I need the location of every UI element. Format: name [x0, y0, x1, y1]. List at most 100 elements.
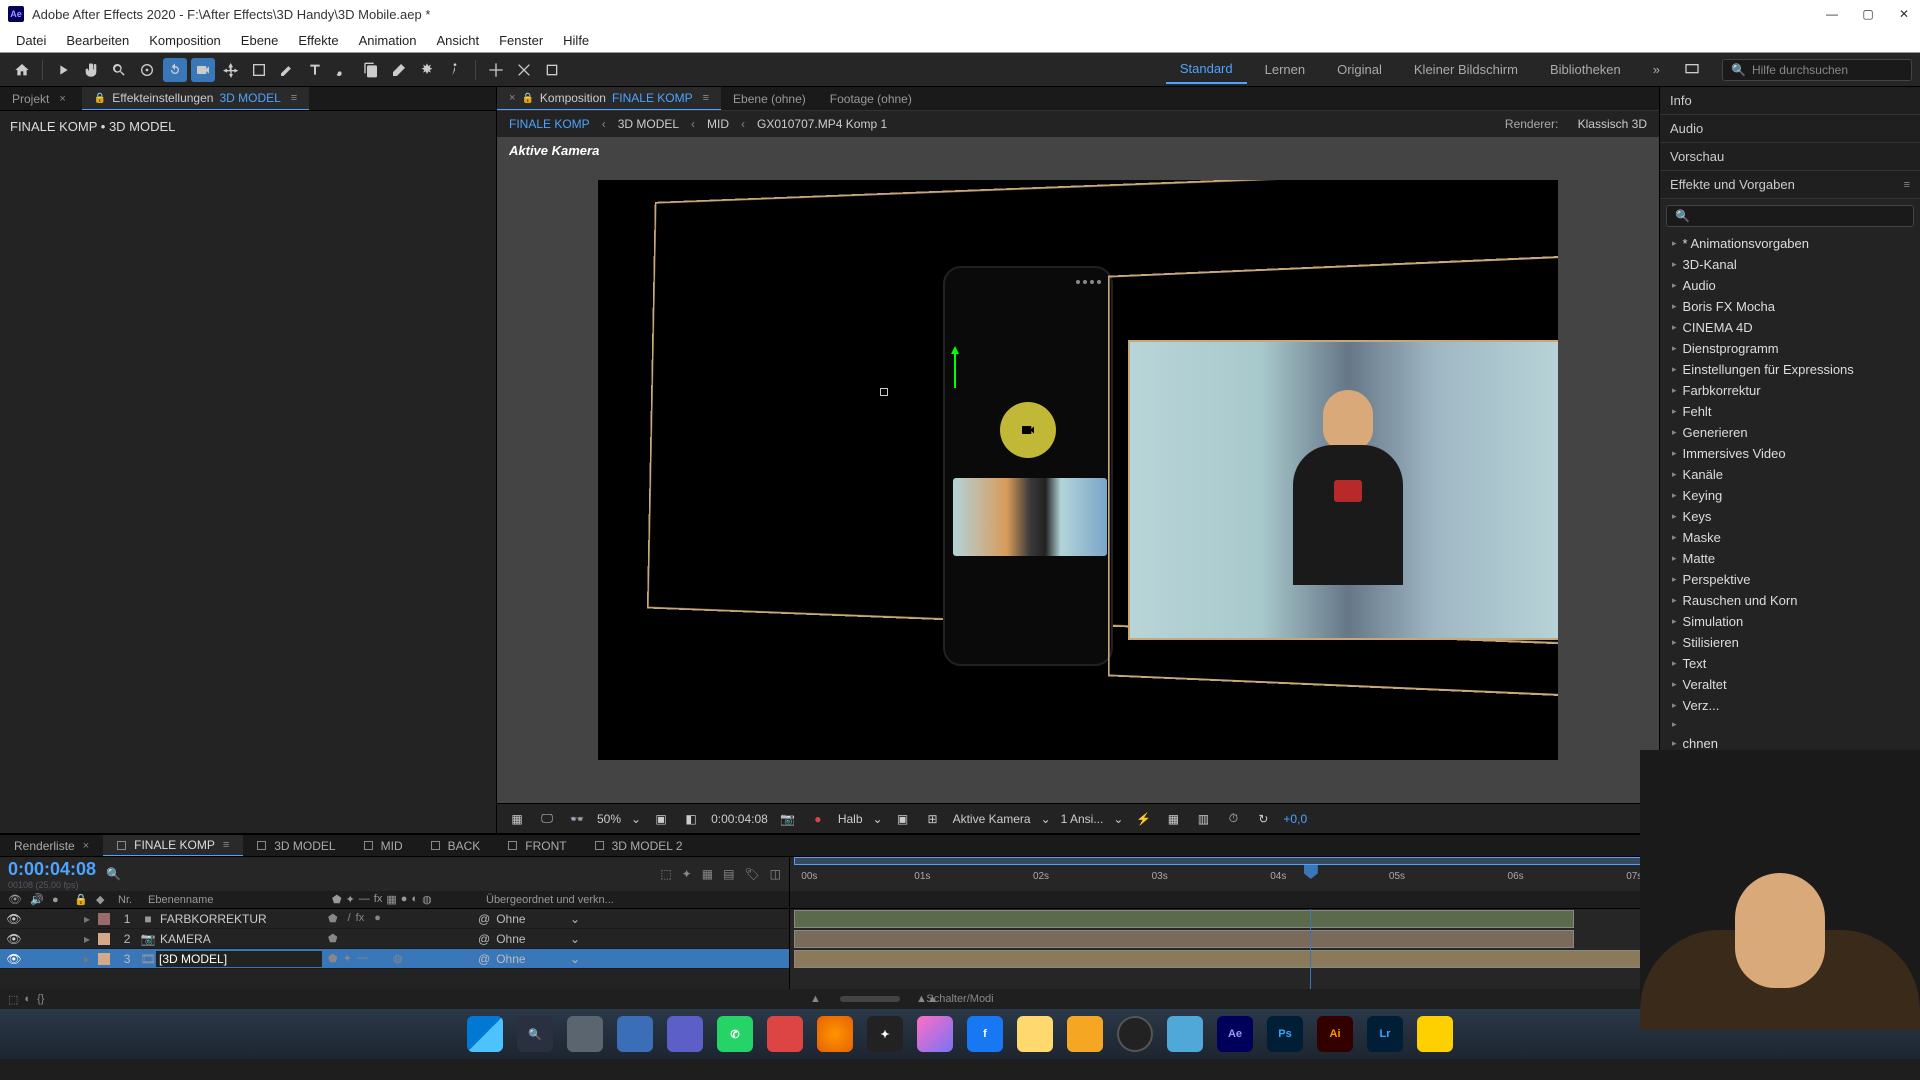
- pixel-aspect-icon[interactable]: ▥: [1193, 811, 1213, 827]
- panel-audio[interactable]: Audio: [1660, 115, 1920, 143]
- timeline-current-time[interactable]: 0:00:04:08: [8, 859, 96, 880]
- effects-category[interactable]: ▸Dienstprogramm: [1666, 338, 1914, 359]
- roto-tool-icon[interactable]: [415, 58, 439, 82]
- effects-category[interactable]: ▸Matte: [1666, 548, 1914, 569]
- anchor-point-icon[interactable]: [880, 388, 888, 396]
- tab-close-icon[interactable]: ×: [83, 840, 89, 852]
- timeline-tab[interactable]: MID: [350, 835, 417, 856]
- close-button[interactable]: ✕: [1896, 6, 1912, 22]
- timeline-tab[interactable]: Renderliste×: [0, 835, 103, 856]
- illustrator-app[interactable]: Ai: [1317, 1016, 1353, 1052]
- panel-menu-icon[interactable]: ≡: [699, 92, 709, 104]
- toggle-switches-icon[interactable]: {}: [37, 993, 44, 1005]
- effects-category[interactable]: ▸Farbkorrektur: [1666, 380, 1914, 401]
- parent-dropdown[interactable]: Ohne: [496, 932, 525, 946]
- panel-vorschau[interactable]: Vorschau: [1660, 143, 1920, 171]
- chevron-down-icon[interactable]: ⌄: [570, 912, 580, 926]
- layer-name[interactable]: [3D MODEL]: [156, 951, 322, 967]
- tab-effekteinstellungen[interactable]: 🔒 Effekteinstellungen 3D MODEL ≡: [82, 87, 309, 110]
- twirl-icon[interactable]: ▸: [84, 952, 90, 966]
- rotation-tool-icon[interactable]: [163, 58, 187, 82]
- panel-menu-icon[interactable]: ≡: [223, 839, 229, 851]
- whatsapp-app[interactable]: ✆: [717, 1016, 753, 1052]
- layer-name[interactable]: KAMERA: [156, 932, 322, 946]
- panel-effekte[interactable]: Effekte und Vorgaben ≡: [1660, 171, 1920, 199]
- workspace-original[interactable]: Original: [1323, 56, 1396, 83]
- timeline-tab[interactable]: FINALE KOMP≡: [103, 835, 243, 856]
- 3d-icon[interactable]: ▦: [1163, 811, 1183, 827]
- local-axis-icon[interactable]: [484, 58, 508, 82]
- menu-bearbeiten[interactable]: Bearbeiten: [56, 29, 139, 52]
- switch-col-icon[interactable]: ⬟: [332, 893, 342, 906]
- tag-icon[interactable]: 🏷: [744, 867, 759, 881]
- effects-category[interactable]: ▸Fehlt: [1666, 401, 1914, 422]
- shape-tool-icon[interactable]: [247, 58, 271, 82]
- layer-row[interactable]: 👁▸1■FARBKORREKTUR⬟/fx●@Ohne⌄: [0, 909, 789, 929]
- text-tool-icon[interactable]: [303, 58, 327, 82]
- effects-category[interactable]: ▸Maske: [1666, 527, 1914, 548]
- fast-preview-icon[interactable]: ⚡: [1133, 811, 1153, 827]
- orbit-tool-icon[interactable]: [135, 58, 159, 82]
- zoom-tool-icon[interactable]: [107, 58, 131, 82]
- workspace-kleiner[interactable]: Kleiner Bildschirm: [1400, 56, 1532, 83]
- grid-icon[interactable]: ▦: [507, 811, 527, 827]
- effects-category[interactable]: ▸Text: [1666, 653, 1914, 674]
- shy-icon[interactable]: ⬚: [660, 867, 671, 881]
- chevron-down-icon[interactable]: ⌄: [570, 952, 580, 966]
- panel-menu-icon[interactable]: ≡: [287, 92, 297, 104]
- audio-column-icon[interactable]: 🔊: [30, 893, 44, 906]
- help-search-input[interactable]: 🔍 Hilfe durchsuchen: [1722, 59, 1912, 81]
- monitor-icon[interactable]: 🖵: [537, 811, 557, 827]
- toggle-switches-icon[interactable]: ◐: [24, 993, 31, 1005]
- menu-fenster[interactable]: Fenster: [489, 29, 553, 52]
- effects-category[interactable]: ▸Perspektive: [1666, 569, 1914, 590]
- bc-mid[interactable]: MID: [707, 117, 729, 131]
- after-effects-app[interactable]: Ae: [1217, 1016, 1253, 1052]
- switch-col-icon[interactable]: ✦: [346, 893, 355, 906]
- workspace-standard[interactable]: Standard: [1166, 55, 1247, 84]
- track-bar[interactable]: [794, 930, 1574, 948]
- facebook-app[interactable]: f: [967, 1016, 1003, 1052]
- exposure-value[interactable]: +0,0: [1283, 812, 1307, 826]
- draft-3d-icon[interactable]: ◫: [770, 867, 781, 881]
- app-red[interactable]: [767, 1016, 803, 1052]
- views-chevron-icon[interactable]: ⌄: [1113, 812, 1123, 826]
- folder-app[interactable]: [1017, 1016, 1053, 1052]
- effects-category[interactable]: ▸Simulation: [1666, 611, 1914, 632]
- effects-category[interactable]: ▸Kanäle: [1666, 464, 1914, 485]
- app-orange[interactable]: [1067, 1016, 1103, 1052]
- menu-ansicht[interactable]: Ansicht: [426, 29, 489, 52]
- explorer-app[interactable]: [617, 1016, 653, 1052]
- switch-col-icon[interactable]: ●: [401, 893, 408, 906]
- effects-category[interactable]: ▸Generieren: [1666, 422, 1914, 443]
- visibility-toggle[interactable]: 👁: [0, 932, 28, 946]
- switch-col-icon[interactable]: —: [359, 893, 370, 906]
- panel-info[interactable]: Info: [1660, 87, 1920, 115]
- timeline-tab[interactable]: 3D MODEL 2: [581, 835, 697, 856]
- chevron-down-icon[interactable]: ⌄: [570, 932, 580, 946]
- menu-ebene[interactable]: Ebene: [231, 29, 289, 52]
- views-dropdown[interactable]: 1 Ansi...: [1061, 812, 1104, 826]
- pickwhip-icon[interactable]: @: [478, 932, 490, 946]
- lightroom-app[interactable]: Lr: [1367, 1016, 1403, 1052]
- photoshop-app[interactable]: Ps: [1267, 1016, 1303, 1052]
- effects-category[interactable]: ▸Immersives Video: [1666, 443, 1914, 464]
- workspace-bibliotheken[interactable]: Bibliotheken: [1536, 56, 1635, 83]
- guides-icon[interactable]: ⊞: [923, 811, 943, 827]
- pen-tool-icon[interactable]: [275, 58, 299, 82]
- teams-app[interactable]: [667, 1016, 703, 1052]
- toggle-switches-icon[interactable]: ⬚: [8, 993, 18, 1006]
- safe-zones-icon[interactable]: ▣: [893, 811, 913, 827]
- workspace-lernen[interactable]: Lernen: [1251, 56, 1319, 83]
- effects-category[interactable]: ▸Audio: [1666, 275, 1914, 296]
- layer-switches[interactable]: ⬟/fx●: [322, 912, 468, 925]
- start-button[interactable]: [467, 1016, 503, 1052]
- layer-row[interactable]: 👁▸2📷KAMERA⬟@Ohne⌄: [0, 929, 789, 949]
- effects-category[interactable]: ▸Keying: [1666, 485, 1914, 506]
- puppet-tool-icon[interactable]: [443, 58, 467, 82]
- menu-datei[interactable]: Datei: [6, 29, 56, 52]
- notepad-app[interactable]: [1167, 1016, 1203, 1052]
- zoom-dropdown[interactable]: 50%: [597, 812, 621, 826]
- tab-komposition-close-icon[interactable]: ×: [509, 92, 515, 104]
- layer-row[interactable]: 👁▸3🎞[3D MODEL]⬟✦—◍@Ohne⌄: [0, 949, 789, 969]
